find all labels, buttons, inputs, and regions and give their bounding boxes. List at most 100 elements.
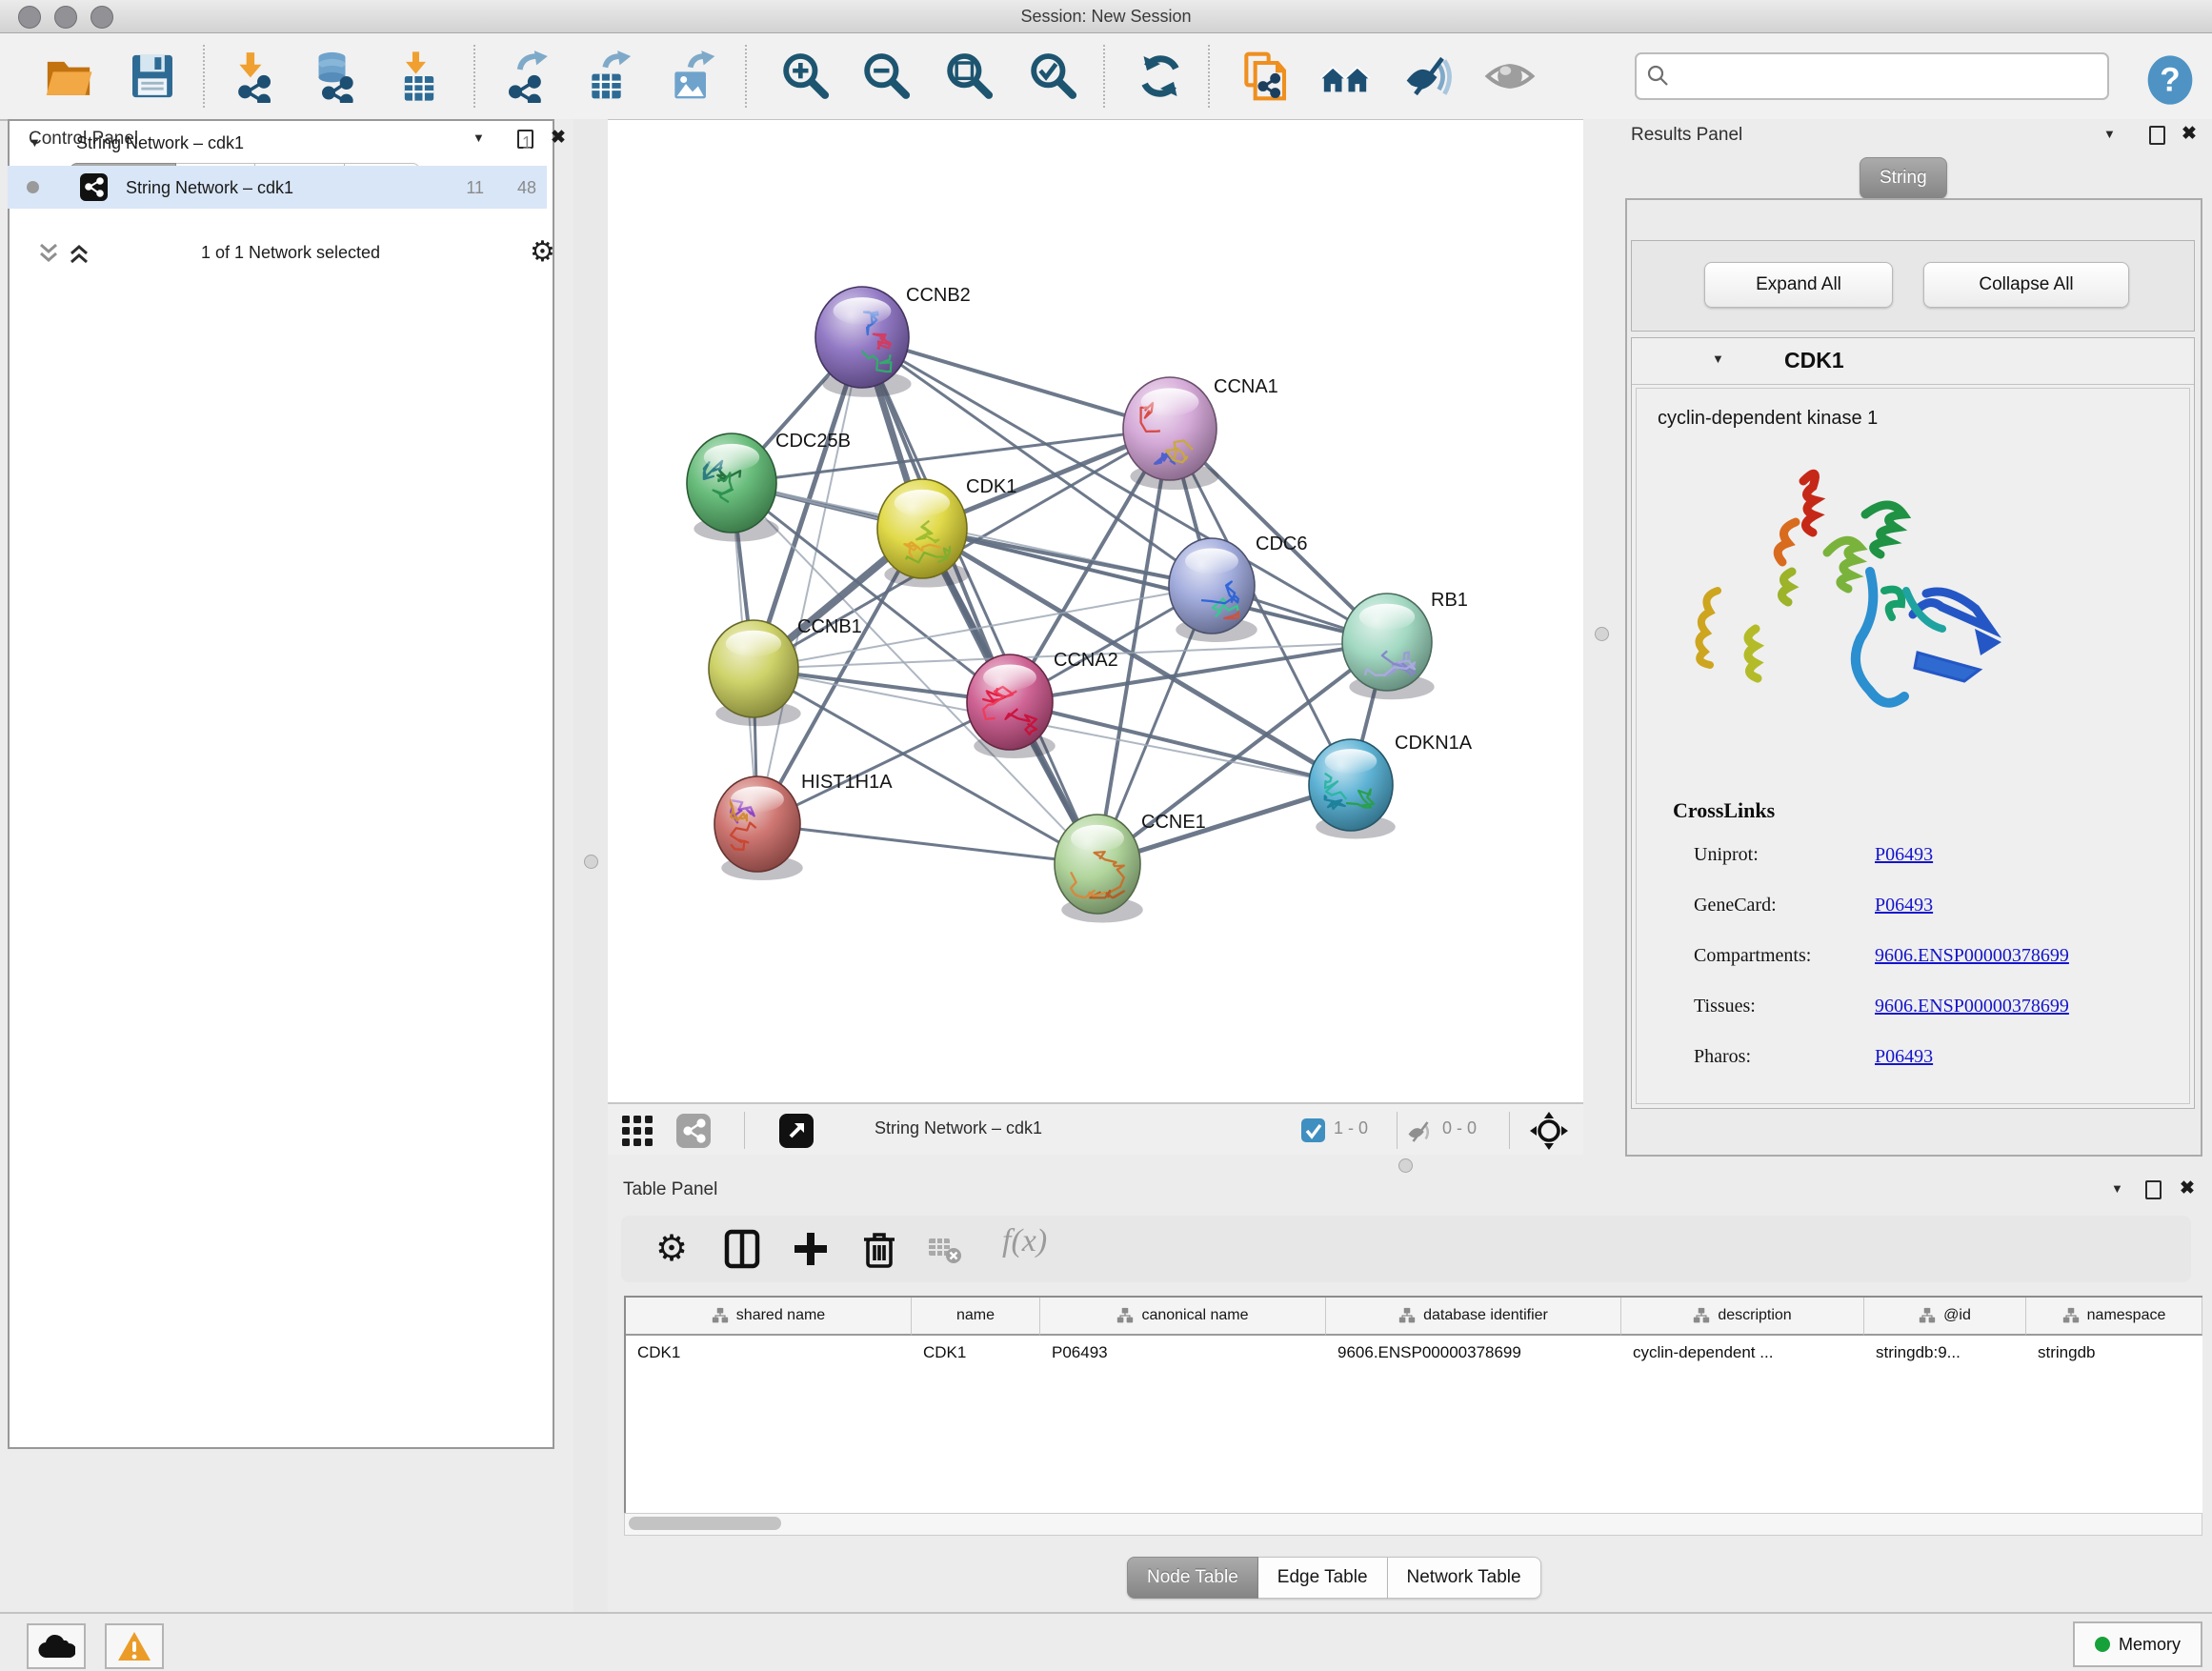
column-header-canonical-name[interactable]: canonical name	[1040, 1298, 1326, 1336]
table-cell[interactable]: 9606.ENSP00000378699	[1326, 1336, 1620, 1370]
import-network-file-icon[interactable]	[231, 50, 284, 103]
right-splitter[interactable]	[1583, 119, 1619, 1155]
tab-node-table[interactable]: Node Table	[1127, 1557, 1258, 1599]
column-header--id[interactable]: @id	[1864, 1298, 2026, 1336]
welcome-screen-icon[interactable]	[1318, 50, 1372, 103]
crosslink-link[interactable]: 9606.ENSP00000378699	[1875, 945, 2069, 967]
export-image-icon[interactable]	[666, 50, 719, 103]
delete-column-icon[interactable]	[859, 1229, 899, 1269]
export-table-icon[interactable]	[583, 50, 636, 103]
scrollbar-thumb[interactable]	[629, 1517, 781, 1530]
edge-CCNA2-CDKN1A[interactable]	[1010, 702, 1351, 785]
gene-collapse-icon[interactable]: ▼	[1712, 352, 1724, 366]
results-panel-menu-icon[interactable]: ▼	[2103, 127, 2116, 141]
table-panel-menu-icon[interactable]: ▼	[2111, 1181, 2123, 1196]
search-input[interactable]	[1679, 58, 2101, 92]
node-CCNA1[interactable]	[1123, 377, 1219, 490]
node-CCNB2[interactable]	[815, 287, 912, 397]
network-view-icon[interactable]	[676, 1114, 711, 1148]
table-cell[interactable]: stringdb:9...	[1864, 1336, 2025, 1370]
table-cell[interactable]: stringdb	[2026, 1336, 2202, 1370]
cloud-button[interactable]	[27, 1623, 86, 1669]
crosslink-row: Pharos:P06493	[1637, 1038, 2189, 1089]
node-table[interactable]: shared nameCDK1nameCDK1canonical nameP06…	[624, 1296, 2202, 1517]
network-options-gear-icon[interactable]: ⚙	[530, 235, 555, 269]
warning-button[interactable]	[105, 1623, 164, 1669]
column-header-shared-name[interactable]: shared name	[626, 1298, 912, 1336]
table-horizontal-scrollbar[interactable]	[624, 1513, 2202, 1536]
table-panel-close-icon[interactable]: ✖	[2180, 1178, 2195, 1199]
help-icon[interactable]: ?	[2143, 53, 2197, 107]
expand-all-button[interactable]: Expand All	[1704, 262, 1893, 308]
node-CCNB1[interactable]	[709, 620, 801, 726]
edge-CCNB1-CDKN1A[interactable]	[754, 669, 1351, 785]
collection-collapse-icon[interactable]: ▼	[29, 135, 41, 150]
import-network-database-icon[interactable]	[309, 50, 362, 103]
table-cell[interactable]: cyclin-dependent ...	[1621, 1336, 1863, 1370]
status-bar: Memory	[0, 1612, 2212, 1671]
splitter-handle[interactable]	[1595, 627, 1609, 641]
crosslink-link[interactable]: P06493	[1875, 895, 1933, 916]
gene-entry-header[interactable]: ▼ CDK1	[1632, 338, 2194, 385]
network-row[interactable]: String Network – cdk1 11 48	[8, 166, 547, 209]
column-header-description[interactable]: description	[1621, 1298, 1864, 1336]
edge-CCNB2-CCNE1[interactable]	[862, 337, 1097, 864]
save-session-icon[interactable]	[126, 50, 179, 103]
tab-network-table[interactable]: Network Table	[1388, 1557, 1541, 1599]
show-graphics-details-icon[interactable]	[1483, 50, 1537, 103]
tab-string[interactable]: String	[1860, 157, 1947, 199]
table-cell[interactable]: P06493	[1040, 1336, 1325, 1370]
crosslink-row: GeneCard: P06493	[1637, 887, 2189, 937]
node-CDKN1A[interactable]	[1309, 739, 1396, 838]
table-panel-float-icon[interactable]	[2145, 1180, 2162, 1199]
node-HIST1H1A[interactable]	[714, 776, 803, 880]
column-header-database-identifier[interactable]: database identifier	[1326, 1298, 1621, 1336]
tab-edge-table[interactable]: Edge Table	[1258, 1557, 1388, 1599]
results-panel-close-icon[interactable]: ✖	[2182, 123, 2197, 145]
node-CDC25B[interactable]	[687, 433, 779, 542]
grid-view-icon[interactable]	[621, 1115, 654, 1147]
crosslink-link[interactable]: P06493	[1875, 844, 1933, 866]
left-splitter[interactable]	[573, 119, 608, 1612]
column-header-name[interactable]: name	[912, 1298, 1040, 1336]
edge-HIST1H1A-CCNE1[interactable]	[757, 824, 1097, 864]
table-cell[interactable]: CDK1	[912, 1336, 1039, 1370]
show-columns-icon[interactable]	[722, 1229, 762, 1269]
table-cell[interactable]: CDK1	[626, 1336, 911, 1370]
node-CCNE1[interactable]	[1055, 815, 1143, 923]
birdseye-view-icon[interactable]	[1530, 1112, 1568, 1150]
splitter-handle[interactable]	[1398, 1158, 1413, 1173]
crosslink-link[interactable]: 9606.ENSP00000378699	[1875, 996, 2069, 1017]
node-CDK1[interactable]	[877, 479, 970, 588]
hide-graphics-details-icon[interactable]	[1402, 50, 1456, 103]
node-RB1[interactable]	[1342, 594, 1435, 699]
control-panel-close-icon[interactable]: ✖	[551, 127, 566, 149]
memory-button[interactable]: Memory	[2073, 1621, 2202, 1667]
apply-layout-icon[interactable]	[1134, 50, 1187, 103]
edge-CCNB2-HIST1H1A[interactable]	[757, 337, 862, 824]
detach-view-icon[interactable]	[779, 1114, 814, 1148]
collapse-all-button[interactable]: Collapse All	[1923, 262, 2129, 308]
selected-checkbox-icon[interactable]	[1301, 1118, 1325, 1142]
zoom-selected-icon[interactable]	[1026, 50, 1079, 103]
footer-separator	[744, 1112, 745, 1149]
share-document-icon[interactable]	[1237, 50, 1291, 103]
table-settings-gear-icon[interactable]: ⚙	[655, 1229, 695, 1269]
network-collection-row[interactable]: ▼ String Network – cdk1 1	[8, 123, 547, 166]
export-network-icon[interactable]	[502, 50, 555, 103]
crosslink-link[interactable]: P06493	[1875, 1046, 1933, 1068]
node-CCNA2[interactable]	[967, 654, 1056, 758]
splitter-handle[interactable]	[584, 855, 598, 869]
zoom-fit-icon[interactable]	[942, 50, 995, 103]
zoom-out-icon[interactable]	[859, 50, 913, 103]
network-canvas[interactable]: CCNB2CCNA1CDC25BCDK1CDC6RB1CCNB1CCNA2CDK…	[608, 119, 1583, 1103]
crosslink-label: GeneCard:	[1694, 895, 1777, 916]
open-session-icon[interactable]	[42, 50, 95, 103]
horizontal-splitter[interactable]	[608, 1155, 2212, 1176]
column-header-namespace[interactable]: namespace	[2026, 1298, 2202, 1336]
node-CDC6[interactable]	[1169, 538, 1257, 642]
import-table-file-icon[interactable]	[392, 50, 446, 103]
zoom-in-icon[interactable]	[778, 50, 832, 103]
results-panel-float-icon[interactable]	[2149, 126, 2165, 145]
add-column-icon[interactable]	[791, 1229, 831, 1269]
